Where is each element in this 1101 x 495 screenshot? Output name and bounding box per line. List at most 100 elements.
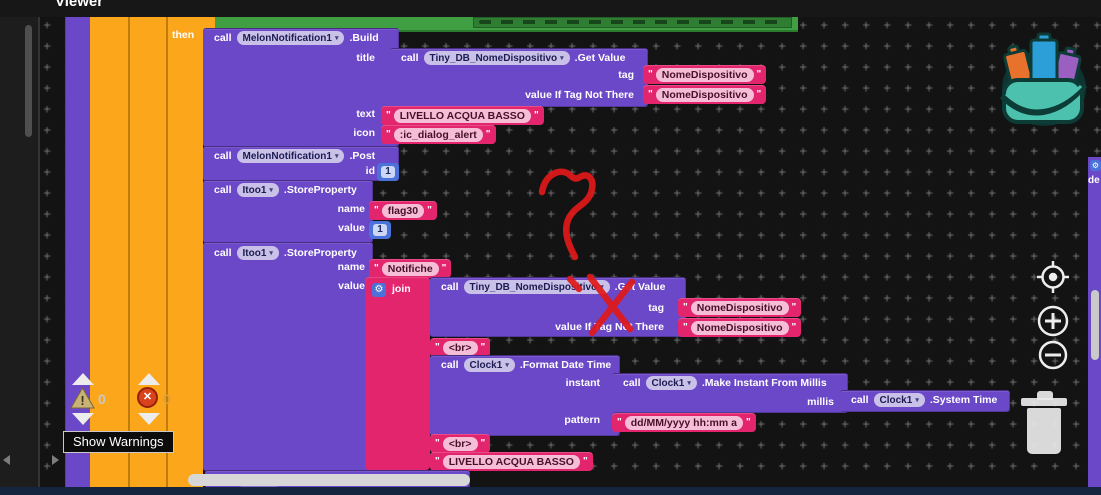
text-block-nomedispositivo[interactable]: "NomeDispositivo" (643, 85, 766, 104)
component-dropdown[interactable]: Tiny_DB_NomeDispositivo▾ (424, 51, 570, 65)
error-count: 0 (163, 391, 171, 407)
component-dropdown[interactable]: Itoo1▾ (237, 183, 279, 197)
number-block-1[interactable]: 1 (369, 221, 391, 239)
method-label: .StoreProperty (284, 247, 357, 259)
component-dropdown[interactable]: Clock1▾ (646, 376, 697, 390)
warning-icon[interactable]: ! (70, 387, 95, 409)
join-label: join (392, 282, 411, 297)
flyout-scroll-left-arrow[interactable] (3, 455, 10, 465)
text-value: Notifiche (382, 262, 439, 276)
block-melon-post-header: call MelonNotification1▾ .Post (214, 148, 375, 164)
component-dropdown[interactable]: Itoo1▾ (237, 246, 279, 260)
text-block-notifiche[interactable]: "Notifiche" (369, 259, 451, 278)
method-label: .Make Instant From Millis (702, 377, 827, 389)
zoom-in-icon[interactable] (1039, 307, 1067, 335)
svg-text:!: ! (80, 393, 84, 408)
blocks-workspace[interactable]: then call MelonNotification1▾ .Build tit… (38, 17, 1101, 487)
close-quote: " (757, 70, 762, 80)
trash-icon[interactable] (1021, 391, 1067, 455)
chevron-down-icon: ▾ (335, 153, 339, 160)
chevron-down-icon: ▾ (269, 250, 273, 257)
text-value: NomeDispositivo (656, 68, 754, 82)
text-value: NomeDispositivo (656, 88, 754, 102)
green-inset (473, 17, 792, 28)
text-block-livello[interactable]: "LIVELLO ACQUA BASSO" (430, 452, 593, 471)
horizontal-scrollbar[interactable] (188, 474, 470, 486)
text-block-nomedispositivo[interactable]: "NomeDispositivo" (678, 298, 801, 317)
param-text: text (328, 107, 375, 122)
method-label: .Build (349, 32, 378, 44)
warning-down-arrow[interactable] (72, 413, 94, 425)
backpack-icon[interactable] (998, 30, 1088, 126)
flyout-scroll-right-arrow[interactable] (52, 455, 59, 465)
error-down-arrow[interactable] (138, 413, 160, 425)
call-keyword: call (851, 394, 869, 406)
mutator-gear-icon[interactable]: ⚙ (372, 283, 386, 297)
call-keyword: call (401, 52, 419, 64)
text-block-nomedispositivo[interactable]: "NomeDispositivo" (643, 65, 766, 84)
block-melon-build-header: call MelonNotification1▾ .Build (214, 30, 379, 46)
text-block-flag30[interactable]: "flag30" (369, 201, 437, 220)
open-quote: " (648, 70, 653, 80)
chevron-down-icon: ▾ (687, 380, 691, 387)
param-instant: instant (534, 376, 600, 391)
block-tinydb1-header: call Tiny_DB_NomeDispositivo▾ .Get Value (401, 50, 625, 66)
block-systemtime-header: call Clock1▾ .System Time (851, 392, 997, 408)
method-label: .Post (349, 150, 375, 162)
block-makeinstant-header: call Clock1▾ .Make Instant From Millis (623, 375, 827, 391)
number-block-1[interactable]: 1 (377, 163, 399, 181)
text-value: NomeDispositivo (691, 301, 789, 315)
green-inset-dashes (479, 20, 784, 24)
show-warnings-button[interactable]: Show Warnings (63, 431, 174, 453)
text-block-br[interactable]: "<br>" (430, 434, 490, 453)
text-value: :ic_dialog_alert (394, 128, 483, 142)
text-value: NomeDispositivo (691, 321, 789, 335)
column-divider (166, 17, 168, 487)
number-value: 1 (381, 166, 395, 178)
trash-lid (1021, 398, 1067, 406)
component-dropdown[interactable]: MelonNotification1▾ (237, 31, 345, 45)
palette-panel (0, 17, 40, 487)
param-name: name (321, 202, 365, 217)
call-keyword: call (214, 150, 232, 162)
block-join[interactable] (365, 277, 430, 470)
param-value: value (321, 279, 365, 294)
call-keyword: call (214, 184, 232, 196)
method-label: .System Time (930, 394, 998, 406)
call-keyword: call (214, 32, 232, 44)
viewer-header: Viewer (0, 0, 1101, 17)
param-id: id (338, 164, 375, 179)
block-itoo-storeproperty-2[interactable] (203, 242, 373, 471)
text-block-icon-resource[interactable]: ":ic_dialog_alert" (381, 125, 496, 144)
palette-scrollbar[interactable] (25, 25, 32, 137)
param-value-if-tag-not-there: value If Tag Not There (486, 88, 634, 103)
component-dropdown[interactable]: MelonNotification1▾ (237, 149, 345, 163)
warning-up-arrow[interactable] (72, 373, 94, 385)
vertical-scrollbar[interactable] (1091, 290, 1099, 360)
component-dropdown[interactable]: Clock1▾ (874, 393, 925, 407)
param-millis: millis (774, 395, 834, 410)
param-name: name (321, 260, 365, 275)
center-view-icon[interactable] (1037, 261, 1069, 293)
number-value: 1 (373, 224, 387, 236)
bottom-bar (0, 487, 1101, 495)
error-up-arrow[interactable] (138, 373, 160, 385)
blocks-editor: then call MelonNotification1▾ .Build tit… (0, 0, 1101, 495)
red-annotation (508, 157, 688, 367)
text-block-nomedispositivo[interactable]: "NomeDispositivo" (678, 318, 801, 337)
method-label: .Get Value (575, 52, 626, 64)
chevron-down-icon: ▾ (269, 187, 273, 194)
cross-glyph: ✕ (143, 391, 152, 403)
param-icon: icon (328, 126, 375, 141)
param-title: title (328, 51, 375, 66)
error-icon[interactable]: ✕ (137, 387, 158, 408)
zoom-out-icon[interactable] (1040, 342, 1066, 368)
call-keyword: call (441, 359, 459, 371)
text-block-livello[interactable]: "LIVELLO ACQUA BASSO" (381, 106, 544, 125)
mutator-gear-icon: ⚙ (1090, 160, 1101, 171)
text-value: <br> (443, 437, 478, 451)
call-keyword: call (623, 377, 641, 389)
call-keyword: call (214, 247, 232, 259)
text-block-date-pattern[interactable]: "dd/MM/yyyy hh:mm a" (612, 413, 756, 432)
text-value: LIVELLO ACQUA BASSO (443, 455, 580, 469)
